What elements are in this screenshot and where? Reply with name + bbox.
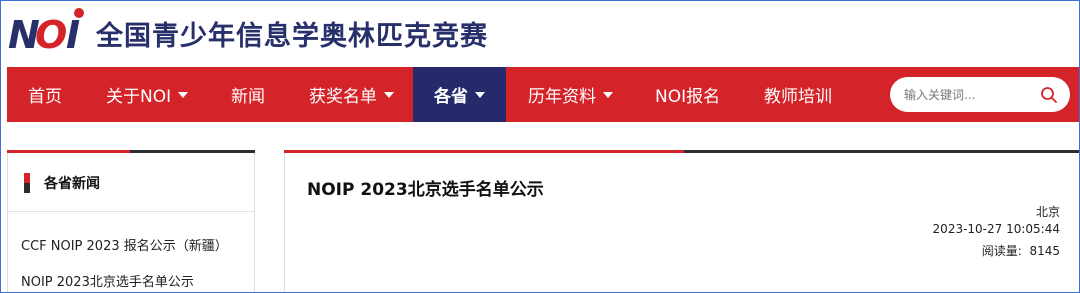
- search-icon[interactable]: [1040, 86, 1058, 104]
- nav-item-label: 新闻: [231, 87, 265, 107]
- site-title: 全国青少年信息学奥林匹克竞赛: [96, 21, 488, 52]
- main-nav: 首页 关于NOI 新闻 获奖名单 各省 历年资料 NOI报名 教师培训: [7, 67, 1080, 122]
- sidebar-link[interactable]: CCF NOIP 2023 报名公示（新疆）: [21, 235, 228, 254]
- article-views: 阅读量: 8145: [982, 242, 1060, 259]
- nav-item-label: 历年资料: [528, 87, 596, 107]
- caret-down-icon: [603, 91, 613, 98]
- nav-item-about[interactable]: 关于NOI: [106, 67, 189, 122]
- search-input[interactable]: [904, 87, 1024, 102]
- nav-item-home[interactable]: 首页: [28, 67, 62, 122]
- article-panel: NOIP 2023北京选手名单公示 北京 2023-10-27 10:05:44…: [284, 150, 1080, 293]
- noi-logo[interactable]: N O I: [8, 6, 88, 52]
- nav-item-label: 教师培训: [764, 87, 832, 107]
- article-datetime: 2023-10-27 10:05:44: [932, 222, 1060, 236]
- section-marker-icon: [24, 173, 32, 193]
- caret-down-icon: [178, 91, 189, 98]
- sidebar-header: 各省新闻: [24, 172, 100, 194]
- nav-item-awards[interactable]: 获奖名单: [309, 67, 394, 122]
- nav-item-label: 关于NOI: [106, 87, 172, 107]
- nav-item-label: 获奖名单: [309, 87, 377, 107]
- nav-item-label: NOI报名: [655, 87, 721, 107]
- article-province: 北京: [1035, 205, 1060, 219]
- divider: [8, 211, 254, 212]
- article-top-bar: [284, 150, 1080, 153]
- nav-item-archives[interactable]: 历年资料: [528, 67, 613, 122]
- nav-item-label: 首页: [28, 87, 62, 107]
- views-count: 8145: [1029, 244, 1060, 258]
- sidebar-top-bar: [7, 150, 255, 153]
- nav-item-registration[interactable]: NOI报名: [655, 67, 720, 122]
- svg-text:I: I: [66, 13, 80, 52]
- search-box: [890, 77, 1070, 112]
- caret-down-icon: [475, 91, 485, 98]
- article-title: NOIP 2023北京选手名单公示: [307, 180, 544, 200]
- nav-item-teacher-training[interactable]: 教师培训: [764, 67, 832, 122]
- nav-item-news[interactable]: 新闻: [231, 67, 265, 122]
- caret-down-icon: [384, 91, 394, 98]
- sidebar: 各省新闻 CCF NOIP 2023 报名公示（新疆） NOIP 2023北京选…: [7, 150, 255, 293]
- nav-item-label: 各省: [434, 87, 468, 107]
- sidebar-title: 各省新闻: [44, 176, 100, 192]
- sidebar-link[interactable]: NOIP 2023北京选手名单公示: [21, 271, 194, 290]
- views-label: 阅读量:: [981, 244, 1022, 258]
- nav-item-provinces[interactable]: 各省: [413, 67, 506, 122]
- site-header: N O I 全国青少年信息学奥林匹克竞赛: [0, 0, 1080, 66]
- svg-text:O: O: [35, 13, 67, 52]
